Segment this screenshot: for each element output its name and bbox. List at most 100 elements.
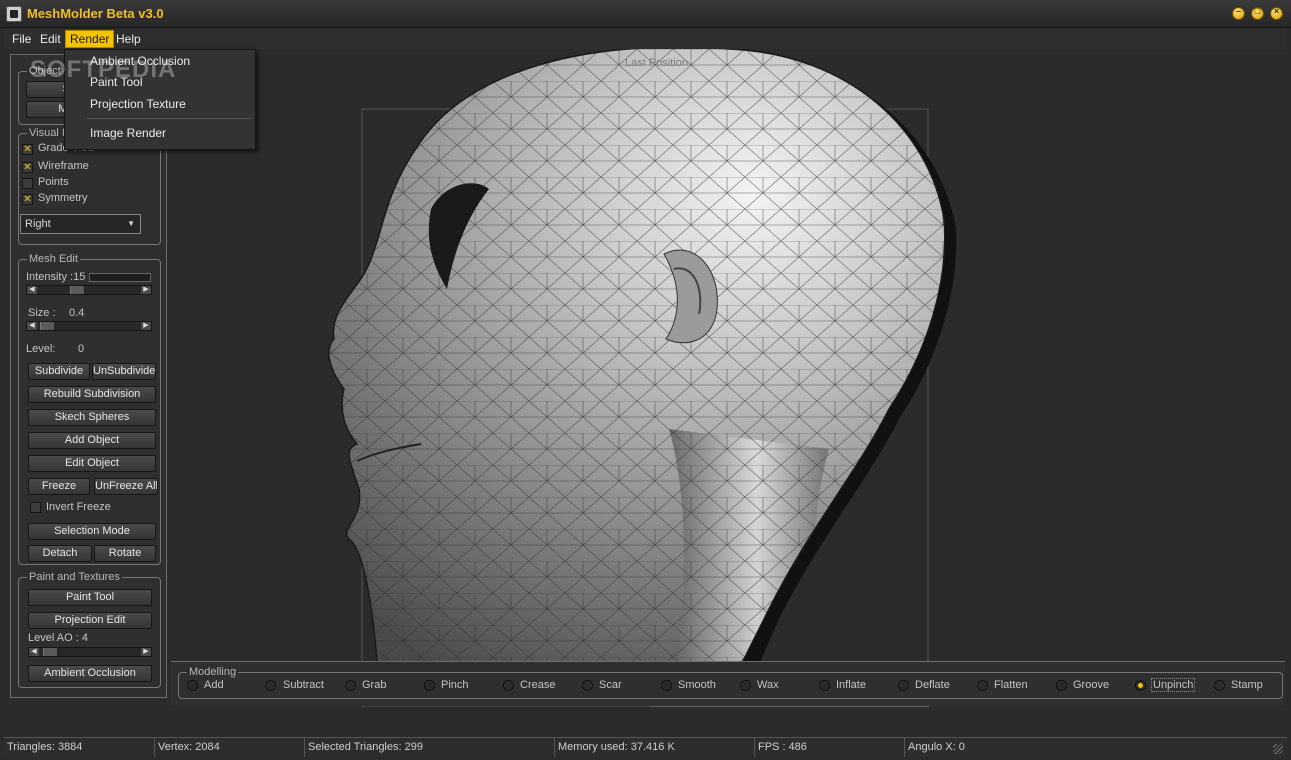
radio-deflate[interactable] [898,680,909,691]
menu-edit[interactable]: Edit [36,30,65,48]
detach-button[interactable]: Detach [28,545,92,562]
view-direction-value: Right [25,218,51,230]
slider-left-arrow-icon[interactable]: ◀ [27,286,37,294]
slider-right-arrow-icon[interactable]: ▶ [141,286,151,294]
menu-bar: File Edit Render Help [4,29,1287,49]
size-slider[interactable]: ◀ ▶ [26,321,152,331]
wireframe-checkbox[interactable]: ✕ [22,162,33,173]
sketch-spheres-button[interactable]: Skech Spheres [28,409,156,426]
points-checkbox[interactable] [22,178,33,189]
rebuild-subdivision-button[interactable]: Rebuild Subdivision [28,386,156,403]
unsubdivide-button[interactable]: UnSubdivide [92,363,156,380]
menu-help[interactable]: Help [112,30,145,48]
tool-label-crease: Crease [520,679,556,691]
status-fps: FPS : 486 [755,738,905,757]
title-bar: MeshMolder Beta v3.0 – □ × [0,0,1291,28]
freeze-button[interactable]: Freeze [28,478,90,495]
level-label: Level: [26,343,56,355]
paint-textures-group-title: Paint and Textures [27,571,122,583]
edit-object-button[interactable]: Edit Object [28,455,156,472]
viewport-caption: Last Position [625,57,688,69]
tool-label-deflate: Deflate [915,679,950,691]
status-vertex: Vertex: 2084 [155,738,305,757]
projection-edit-button[interactable]: Projection Edit [28,612,152,629]
add-object-button[interactable]: Add Object [28,432,156,449]
tool-label-subtract: Subtract [283,679,324,691]
grade-view-checkbox[interactable]: ✕ [22,144,33,155]
menu-separator [87,118,252,119]
visual-group-title: Visual I [27,127,67,139]
size-slider-thumb[interactable] [40,322,55,330]
radio-flatten[interactable] [977,680,988,691]
maximize-icon[interactable]: □ [1251,6,1264,20]
radio-smooth[interactable] [661,680,672,691]
invert-freeze-checkbox[interactable] [30,502,41,513]
radio-inflate[interactable] [819,680,830,691]
tool-label-groove: Groove [1073,679,1110,691]
paint-tool-button[interactable]: Paint Tool [28,589,152,606]
status-selected-triangles: Selected Triangles: 299 [305,738,555,757]
view-direction-select[interactable]: Right ▼ [20,214,141,234]
modelling-toolbar: Modelling Add Subtract Grab Pinch Crease… [171,661,1285,706]
slider-right-arrow-icon[interactable]: ▶ [141,648,151,656]
modelling-group-title: Modelling [187,666,239,678]
app-icon[interactable] [6,6,22,22]
radio-subtract[interactable] [265,680,276,691]
wireframe-label: Wireframe [38,160,89,172]
radio-wax[interactable] [740,680,751,691]
mesh-edit-group: Mesh Edit Intensity :15 ◀ ▶ Size : 0.4 ◀… [18,253,161,565]
head-mesh-render [328,49,957,707]
ambient-occlusion-button[interactable]: Ambient Occlusion [28,665,152,682]
left-tool-panel: Object S Me Visual I ✕ Grade View ✕ Wire… [10,54,167,698]
minimize-icon[interactable]: – [1232,6,1245,20]
chevron-down-icon: ▼ [127,219,135,228]
slider-left-arrow-icon[interactable]: ◀ [29,648,39,656]
status-bar: Triangles: 3884 Vertex: 2084 Selected Tr… [4,737,1287,757]
menu-item-projection-texture[interactable]: Projection Texture [90,97,186,111]
mesh-edit-group-title: Mesh Edit [27,253,80,265]
slider-right-arrow-icon[interactable]: ▶ [141,322,151,330]
subdivide-button[interactable]: Subdivide [28,363,90,380]
intensity-label: Intensity :15 [26,271,86,283]
intensity-indicator [89,273,151,282]
status-angle: Angulo X: 0 [908,741,965,753]
symmetry-label: Symmetry [38,192,88,204]
radio-stamp[interactable] [1214,680,1225,691]
radio-scar[interactable] [582,680,593,691]
window-title: MeshMolder Beta v3.0 [27,6,164,21]
status-triangles: Triangles: 3884 [4,738,155,757]
tool-label-wax: Wax [757,679,779,691]
unfreeze-all-button[interactable]: UnFreeze All [94,478,158,495]
points-label: Points [38,176,69,188]
level-value: 0 [78,343,85,355]
tool-label-unpinch: Unpinch [1151,678,1196,692]
symmetry-checkbox[interactable]: ✕ [22,194,33,205]
selection-mode-button[interactable]: Selection Mode [28,523,156,540]
menu-file[interactable]: File [8,30,35,48]
radio-pinch[interactable] [424,680,435,691]
tool-label-grab: Grab [362,679,387,691]
resize-grip-icon[interactable] [1273,744,1283,754]
menu-item-image-render[interactable]: Image Render [90,126,166,140]
radio-crease[interactable] [503,680,514,691]
tool-label-smooth: Smooth [678,679,716,691]
paint-textures-group: Paint and Textures Paint Tool Projection… [18,571,161,688]
watermark: SOFTPEDIA [30,56,177,83]
intensity-slider[interactable]: ◀ ▶ [26,285,152,295]
radio-add[interactable] [187,680,198,691]
tool-label-pinch: Pinch [441,679,469,691]
level-ao-label: Level AO : 4 [28,632,88,644]
radio-groove[interactable] [1056,680,1067,691]
size-label: Size : [28,307,56,319]
invert-freeze-label: Invert Freeze [46,501,111,513]
3d-viewport[interactable]: Last Position [169,49,1285,707]
level-ao-slider-thumb[interactable] [43,648,58,656]
slider-left-arrow-icon[interactable]: ◀ [27,322,37,330]
rotate-button[interactable]: Rotate [94,545,156,562]
level-ao-slider[interactable]: ◀ ▶ [28,647,152,657]
menu-render[interactable]: Render [65,30,115,48]
close-icon[interactable]: × [1270,6,1283,20]
radio-grab[interactable] [345,680,356,691]
radio-unpinch[interactable] [1135,680,1146,691]
intensity-slider-thumb[interactable] [70,286,85,294]
